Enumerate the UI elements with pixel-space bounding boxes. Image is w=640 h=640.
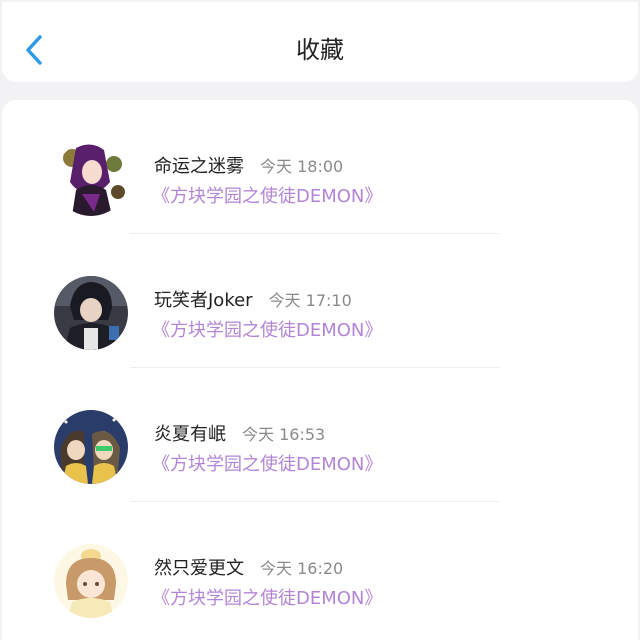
avatar[interactable] (54, 544, 128, 618)
work-link[interactable]: 《方块学园之使徒DEMON》 (152, 584, 382, 610)
list-item[interactable]: 炎夏有岷 今天 16:53 《方块学园之使徒DEMON》 (2, 368, 638, 502)
author-name: 然只爱更文 今天 16:20 (154, 554, 343, 580)
list-item[interactable]: 命运之迷雾 今天 18:00 《方块学园之使徒DEMON》 (2, 100, 638, 234)
author-name: 炎夏有岷 今天 16:53 (154, 420, 325, 446)
work-link[interactable]: 《方块学园之使徒DEMON》 (152, 450, 382, 476)
author-name-text: 炎夏有岷 (154, 424, 226, 445)
timestamp: 今天 16:53 (242, 425, 326, 444)
timestamp: 今天 18:00 (260, 157, 344, 176)
author-name-text: 命运之迷雾 (154, 156, 244, 177)
page-title: 收藏 (296, 36, 344, 64)
timestamp: 今天 16:20 (260, 559, 344, 578)
author-name: 玩笑者Joker 今天 17:10 (154, 286, 352, 312)
work-link[interactable]: 《方块学园之使徒DEMON》 (152, 316, 382, 342)
avatar[interactable] (54, 276, 128, 350)
author-name: 命运之迷雾 今天 18:00 (154, 152, 343, 178)
avatar[interactable] (54, 142, 128, 216)
author-name-text: 玩笑者Joker (154, 290, 253, 311)
list-item[interactable]: 然只爱更文 今天 16:20 《方块学园之使徒DEMON》 (2, 502, 638, 636)
timestamp: 今天 17:10 (268, 291, 352, 310)
list-item[interactable]: 玩笑者Joker 今天 17:10 《方块学园之使徒DEMON》 (2, 234, 638, 368)
avatar[interactable] (54, 410, 128, 484)
author-name-text: 然只爱更文 (154, 558, 244, 579)
work-link[interactable]: 《方块学园之使徒DEMON》 (152, 182, 382, 208)
favorites-list: 命运之迷雾 今天 18:00 《方块学园之使徒DEMON》 玩笑者Joker 今天 … (2, 100, 638, 640)
top-bar: 收藏 (2, 2, 638, 82)
